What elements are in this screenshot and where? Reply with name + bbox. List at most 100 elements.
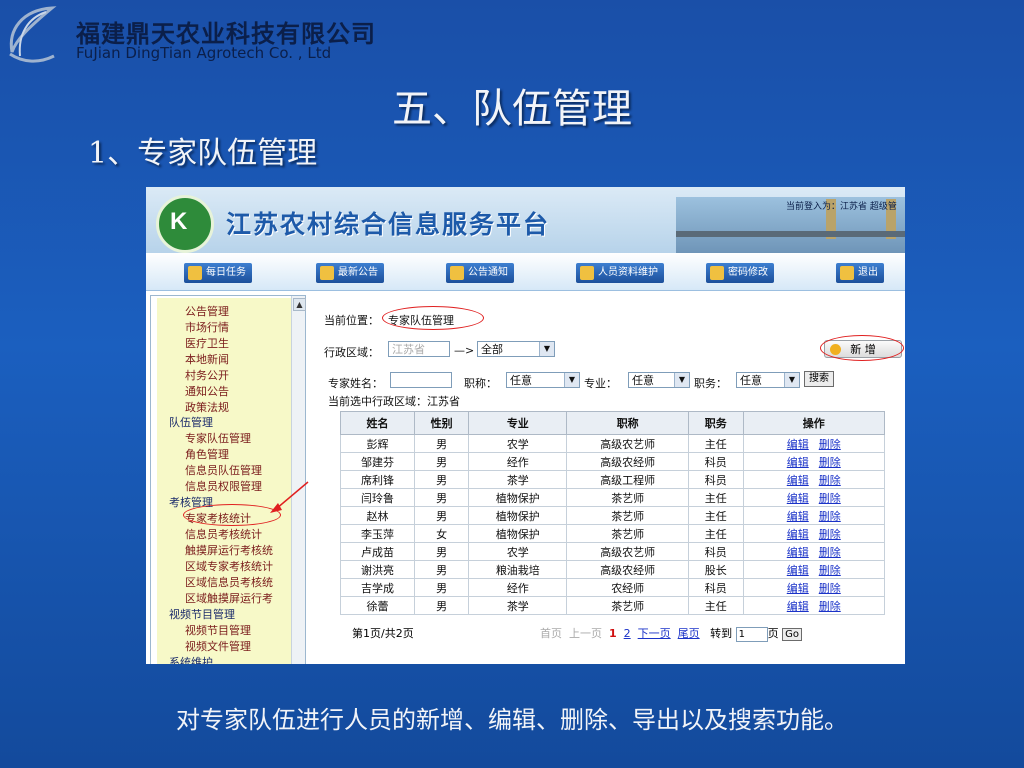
sidebar-item[interactable]: 视频节目管理 <box>185 622 251 638</box>
nav-announcement-button[interactable]: 公告通知 <box>446 263 514 283</box>
expert-name-input[interactable] <box>390 372 452 388</box>
table-cell: 高级农经师 <box>566 560 690 579</box>
delete-link[interactable]: 删除 <box>819 510 841 523</box>
sidebar-item[interactable]: 公告管理 <box>185 303 229 319</box>
table-cell: 席利锋 <box>340 470 415 489</box>
table-cell: 高级农艺师 <box>566 542 690 561</box>
sidebar-item[interactable]: 视频文件管理 <box>185 638 251 654</box>
page-1-link[interactable]: 1 <box>609 627 617 640</box>
chevron-down-icon: ▼ <box>564 373 579 387</box>
sidebar-item[interactable]: 村务公开 <box>185 367 229 383</box>
page-2-link[interactable]: 2 <box>624 627 631 640</box>
edit-link[interactable]: 编辑 <box>787 510 809 523</box>
delete-link[interactable]: 删除 <box>819 582 841 595</box>
first-page-link[interactable]: 首页 <box>540 627 562 640</box>
delete-link[interactable]: 删除 <box>819 528 841 541</box>
table-cell: 男 <box>413 560 470 579</box>
delete-link[interactable]: 删除 <box>819 492 841 505</box>
edit-link[interactable]: 编辑 <box>787 474 809 487</box>
table-cell: 经作 <box>468 452 568 471</box>
chevron-down-icon: ▼ <box>539 342 554 356</box>
table-cell: 主任 <box>688 524 744 543</box>
edit-link[interactable]: 编辑 <box>787 600 809 613</box>
col-major-header: 专业 <box>468 411 568 435</box>
sidebar-scrollbar[interactable]: ▲ <box>291 296 306 664</box>
nav-profile-button[interactable]: 人员资料维护 <box>576 263 664 283</box>
nav-daily-tasks-button[interactable]: 每日任务 <box>184 263 252 283</box>
last-page-link[interactable]: 尾页 <box>678 627 700 640</box>
go-button[interactable]: Go <box>782 628 803 641</box>
edit-link[interactable]: 编辑 <box>787 456 809 469</box>
sidebar-item[interactable]: 信息员考核统计 <box>185 526 262 542</box>
table-row: 徐蕾男茶学 茶艺师 主任 编辑 删除 <box>340 596 885 615</box>
edit-link[interactable]: 编辑 <box>787 582 809 595</box>
delete-link[interactable]: 删除 <box>819 600 841 613</box>
table-cell: 高级农艺师 <box>566 434 690 453</box>
sidebar-group-video[interactable]: 视频节目管理 <box>169 606 235 622</box>
delete-link[interactable]: 删除 <box>819 546 841 559</box>
region-input[interactable]: 江苏省 <box>388 341 450 357</box>
breadcrumb-label: 当前位置： <box>324 314 379 327</box>
sidebar-item[interactable]: 区域信息员考核统 <box>185 574 273 590</box>
edit-link[interactable]: 编辑 <box>787 438 809 451</box>
sidebar-item[interactable]: 触摸屏运行考核统 <box>185 542 273 558</box>
delete-link[interactable]: 删除 <box>819 474 841 487</box>
edit-link[interactable]: 编辑 <box>787 528 809 541</box>
sidebar-item-expert-team[interactable]: 专家队伍管理 <box>185 430 251 446</box>
nav-logout-button[interactable]: 退出 <box>836 263 884 283</box>
next-page-link[interactable]: 下一页 <box>638 627 671 640</box>
table-cell: 植物保护 <box>468 506 568 525</box>
table-cell: 主任 <box>688 506 744 525</box>
sidebar-group-team[interactable]: 队伍管理 <box>169 414 213 430</box>
col-post-header: 职务 <box>688 411 744 435</box>
delete-link[interactable]: 删除 <box>819 456 841 469</box>
post-select[interactable]: 任意 ▼ <box>736 372 800 388</box>
sidebar-item[interactable]: 医疗卫生 <box>185 335 229 351</box>
sidebar-item[interactable]: 政策法规 <box>185 399 229 415</box>
table-cell: 女 <box>413 524 470 543</box>
sidebar-item[interactable]: 本地新闻 <box>185 351 229 367</box>
table-cell: 主任 <box>688 434 744 453</box>
sidebar-item[interactable]: 区域触摸屏运行考 <box>185 590 273 606</box>
goto-page-input[interactable]: 1 <box>735 626 768 642</box>
edit-link[interactable]: 编辑 <box>787 564 809 577</box>
major-select[interactable]: 任意 ▼ <box>628 372 690 388</box>
col-title-header: 职称 <box>566 411 690 435</box>
region-select[interactable]: 全部 ▼ <box>477 341 555 357</box>
sidebar-item[interactable]: 市场行情 <box>185 319 229 335</box>
table-cell: 农学 <box>468 434 568 453</box>
delete-link[interactable]: 删除 <box>819 564 841 577</box>
col-gender-header: 性别 <box>413 411 470 435</box>
table-cell: 茶学 <box>468 470 568 489</box>
sidebar-item[interactable]: 区域专家考核统计 <box>185 558 273 574</box>
current-region-text: 当前选中行政区域：江苏省 <box>328 395 460 408</box>
prev-page-link[interactable]: 上一页 <box>569 627 602 640</box>
sidebar-item[interactable]: 角色管理 <box>185 446 229 462</box>
sidebar-group-system[interactable]: 系统维护 <box>169 654 213 664</box>
pager: 首页 上一页 1 2 下一页 尾页 转到 1页 Go <box>540 625 803 642</box>
actions-cell: 编辑 删除 <box>742 524 885 543</box>
delete-link[interactable]: 删除 <box>819 438 841 451</box>
table-cell: 男 <box>413 506 470 525</box>
title-select[interactable]: 任意 ▼ <box>506 372 580 388</box>
sidebar-item[interactable]: 信息员队伍管理 <box>185 462 262 478</box>
table-row: 闫玲鲁男植物保护 茶艺师 主任 编辑 删除 <box>340 488 885 507</box>
person-icon <box>580 266 594 280</box>
announcement-icon <box>450 266 464 280</box>
table-cell: 植物保护 <box>468 488 568 507</box>
nav-password-button[interactable]: 密码修改 <box>706 263 774 283</box>
edit-link[interactable]: 编辑 <box>787 492 809 505</box>
nav-latest-notice-button[interactable]: 最新公告 <box>316 263 384 283</box>
slide-caption: 对专家队伍进行人员的新增、编辑、删除、导出以及搜索功能。 <box>176 706 848 734</box>
app-title: 江苏农村综合信息服务平台 <box>226 210 551 239</box>
table-cell: 谢洪亮 <box>340 560 415 579</box>
sidebar-item[interactable]: 信息员权限管理 <box>185 478 262 494</box>
table-cell: 科员 <box>688 470 744 489</box>
scroll-up-icon[interactable]: ▲ <box>293 298 306 311</box>
table-cell: 男 <box>413 470 470 489</box>
actions-cell: 编辑 删除 <box>742 470 885 489</box>
highlight-ellipse-breadcrumb <box>382 306 484 330</box>
search-button[interactable]: 搜索 <box>804 371 834 387</box>
sidebar-item[interactable]: 通知公告 <box>185 383 229 399</box>
edit-link[interactable]: 编辑 <box>787 546 809 559</box>
